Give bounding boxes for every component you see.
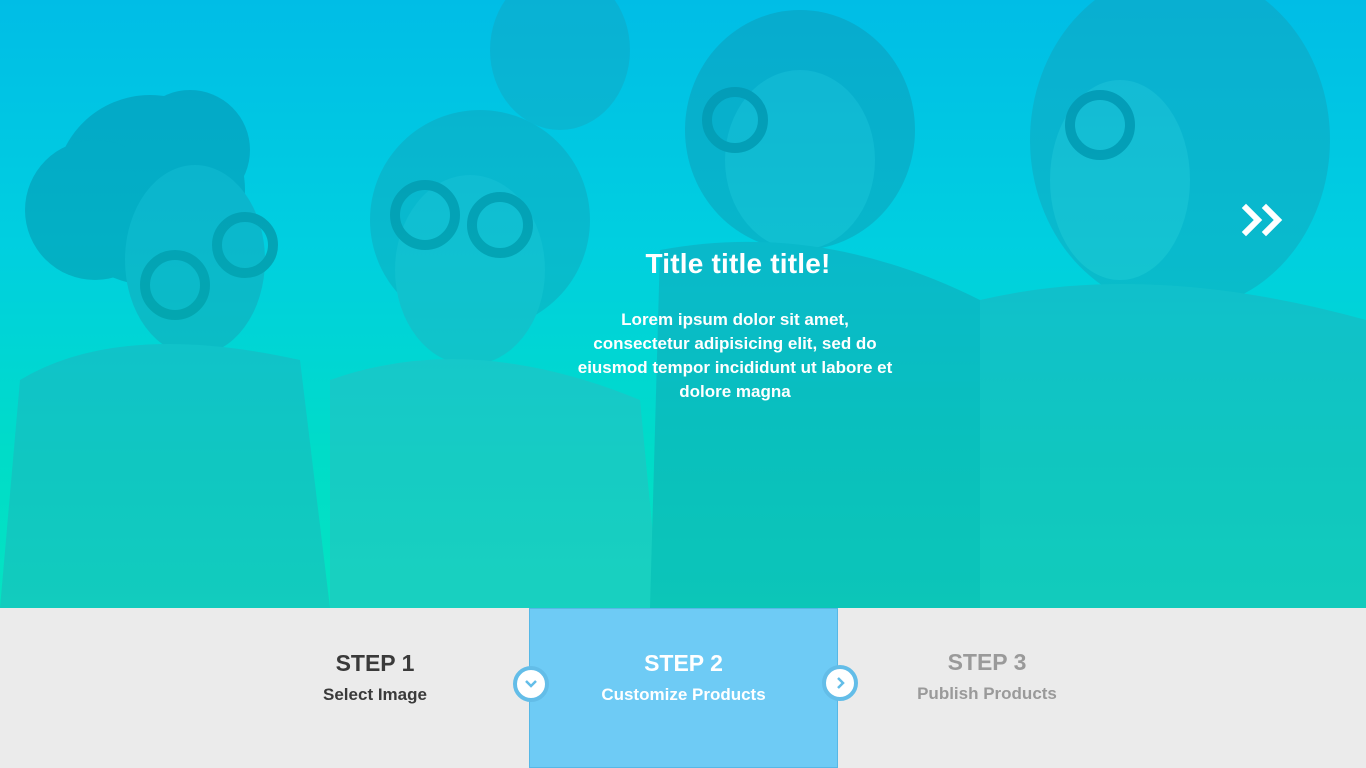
chevron-down-icon [525,680,537,688]
step-2-tab[interactable]: STEP 2 Customize Products [529,608,838,768]
step-connector-1[interactable] [513,666,549,702]
step-label: Customize Products [601,685,766,704]
hero-background-photo [0,0,1366,608]
step-number: STEP 2 [644,650,723,676]
step-connector-2[interactable] [822,665,858,701]
step-1-tab[interactable]: STEP 1 Select Image [222,608,528,768]
step-number: STEP 3 [947,649,1027,675]
step-3-tab[interactable]: STEP 3 Publish Products [834,608,1140,768]
step-number: STEP 1 [335,650,415,676]
step-progress-bar: STEP 1 Select Image STEP 2 Customize Pro… [0,608,1366,768]
step-label: Publish Products [917,684,1057,703]
hero-banner: Title title title! Lorem ipsum dolor sit… [0,0,1366,608]
hero-title: Title title title! [645,248,831,279]
double-chevron-right-icon [1241,203,1283,237]
chevron-right-icon [837,677,845,689]
hero-description: Lorem ipsum dolor sit amet, consectetur … [577,310,893,401]
step-label: Select Image [323,685,427,704]
next-slide-button[interactable] [1240,202,1288,238]
